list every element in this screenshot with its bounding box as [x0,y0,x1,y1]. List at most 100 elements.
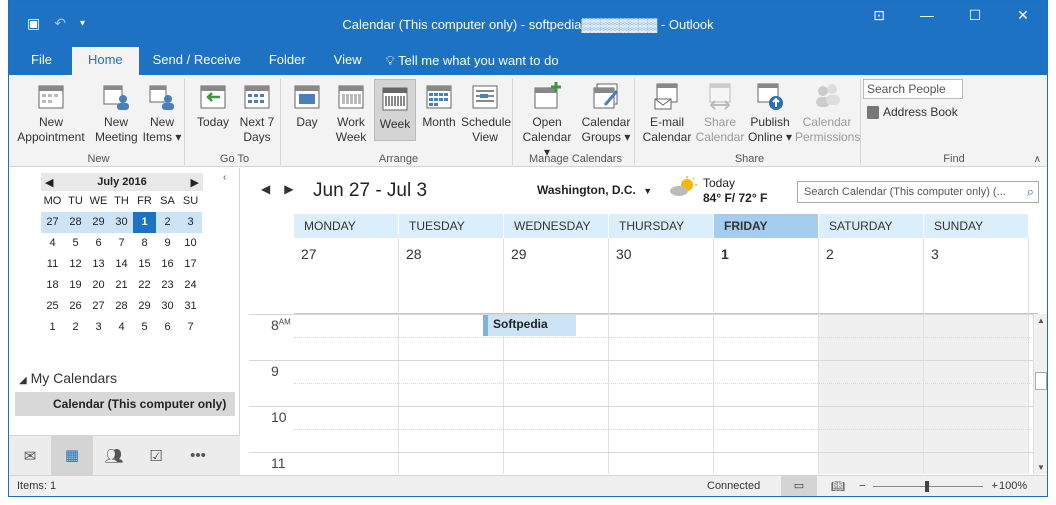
calendar-search-input[interactable]: Search Calendar (This computer only) (..… [797,181,1039,203]
date-cell[interactable]: 15 [133,254,156,275]
date-cell[interactable]: 3 [87,317,110,338]
date-cell[interactable]: 31 [179,296,202,317]
day-header[interactable]: FRIDAY [714,214,819,238]
next-month-icon[interactable]: ▶ [191,176,199,189]
zoom-slider-knob[interactable] [925,480,930,492]
new-meeting-button[interactable]: New Meeting [95,81,138,145]
date-cell[interactable]: 11 [41,254,64,275]
tab-home[interactable]: Home [71,47,139,75]
date-cell[interactable]: 13 [87,254,110,275]
week-button[interactable]: Week [374,79,416,141]
new-appointment-button[interactable]: New Appointment [15,81,87,145]
calendar-groups-button[interactable]: Calendar Groups ▾ [579,81,633,145]
date-cell[interactable]: 5 [133,317,156,338]
next-week-icon[interactable]: ▶ [284,182,293,196]
normal-view-icon[interactable]: ▭ [781,476,817,496]
more-icon[interactable]: ••• [177,447,219,464]
date-cell[interactable]: 19 [64,275,87,296]
zoom-out-icon[interactable]: − [859,480,865,492]
date-cell[interactable]: 30 [110,212,133,233]
date-cell[interactable]: 25 [41,296,64,317]
tab-folder[interactable]: Folder [255,47,320,75]
day-header[interactable]: SATURDAY [819,214,924,238]
date-cell[interactable]: 27 [41,212,64,233]
date-cell[interactable]: 2 [156,212,179,233]
prev-week-icon[interactable]: ◀ [261,182,270,196]
day-date[interactable]: 29 [504,238,609,314]
ribbon-display-icon[interactable]: ⊡ [855,7,903,24]
tab-send-receive[interactable]: Send / Receive [139,47,255,75]
day-date[interactable]: 30 [609,238,714,314]
date-cell[interactable]: 24 [179,275,202,296]
calendar-nav-icon[interactable]: ▦ [51,435,93,476]
reading-view-icon[interactable]: 📖︎ [831,480,845,493]
work-week-button[interactable]: Work Week [331,81,371,145]
date-cell[interactable]: 22 [133,275,156,296]
publish-online-button[interactable]: Publish Online ▾ [745,81,795,145]
schedule-view-button[interactable]: Schedule View [461,81,511,145]
date-cell[interactable]: 4 [41,233,64,254]
day-date[interactable]: 2 [819,238,924,314]
day-header[interactable]: THURSDAY [609,214,714,238]
date-cell[interactable]: 1 [41,317,64,338]
search-people-input[interactable]: Search People [863,79,963,99]
date-cell[interactable]: 21 [110,275,133,296]
date-cell[interactable]: 6 [87,233,110,254]
date-cell[interactable]: 3 [179,212,202,233]
day-date[interactable]: 3 [924,238,1029,314]
date-cell[interactable]: 5 [64,233,87,254]
date-cell[interactable]: 20 [87,275,110,296]
address-book-button[interactable]: Address Book [867,105,958,119]
date-cell[interactable]: 16 [156,254,179,275]
new-items-button[interactable]: New Items ▾ [141,81,183,145]
date-cell[interactable]: 12 [64,254,87,275]
date-cell[interactable]: 4 [110,317,133,338]
tab-file[interactable]: File [9,47,72,75]
date-cell[interactable]: 7 [179,317,202,338]
date-cell[interactable]: 6 [156,317,179,338]
date-cell[interactable]: 28 [110,296,133,317]
date-cell[interactable]: 17 [179,254,202,275]
date-cell[interactable]: 28 [64,212,87,233]
scrollbar-thumb[interactable] [1035,372,1047,390]
collapse-ribbon-icon[interactable]: ∧ [1034,154,1041,165]
scroll-down-icon[interactable]: ▼ [1034,463,1047,472]
day-header[interactable]: WEDNESDAY [504,214,609,238]
tell-me-box[interactable]: 💡︎ Tell me what you want to do [376,53,559,69]
date-cell[interactable]: 27 [87,296,110,317]
date-cell[interactable]: 26 [64,296,87,317]
email-calendar-button[interactable]: E-mail Calendar [641,81,693,145]
day-date[interactable]: 27 [294,238,399,314]
minimize-icon[interactable]: — [903,7,951,24]
people-icon[interactable]: 👥︎ [93,447,135,465]
date-cell[interactable]: 14 [110,254,133,275]
date-cell[interactable]: 23 [156,275,179,296]
date-cell[interactable]: 1 [133,212,156,233]
date-cell[interactable]: 7 [110,233,133,254]
day-date[interactable]: 28 [399,238,504,314]
day-header[interactable]: MONDAY [294,214,399,238]
close-icon[interactable]: ✕ [999,7,1047,24]
zoom-level[interactable]: 100% [999,480,1027,492]
weather-location[interactable]: Washington, D.C. ▼ [537,183,652,197]
day-header[interactable]: TUESDAY [399,214,504,238]
time-grid-scrollbar[interactable]: ▲ ▼ [1033,314,1047,474]
zoom-in-icon[interactable]: + [991,480,997,492]
my-calendars-header[interactable]: ◢ My Calendars [19,370,117,386]
month-button[interactable]: Month [419,81,459,130]
day-date[interactable]: 1 [714,238,819,314]
date-cell[interactable]: 18 [41,275,64,296]
share-calendar-button[interactable]: Share Calendar [695,81,745,145]
date-cell[interactable]: 29 [133,296,156,317]
today-button[interactable]: Today [193,81,233,130]
zoom-slider[interactable] [873,480,984,492]
tab-view[interactable]: View [320,47,376,75]
day-header[interactable]: SUNDAY [924,214,1029,238]
maximize-icon[interactable]: ☐ [951,7,999,24]
date-cell[interactable]: 8 [133,233,156,254]
prev-month-icon[interactable]: ◀ [45,176,53,189]
calendar-folder-item[interactable]: Calendar (This computer only) [15,392,235,416]
collapse-pane-icon[interactable]: ‹ [223,172,226,183]
next-7-days-button[interactable]: Next 7 Days [237,81,277,145]
open-calendar-button[interactable]: Open Calendar ▾ [519,81,575,160]
